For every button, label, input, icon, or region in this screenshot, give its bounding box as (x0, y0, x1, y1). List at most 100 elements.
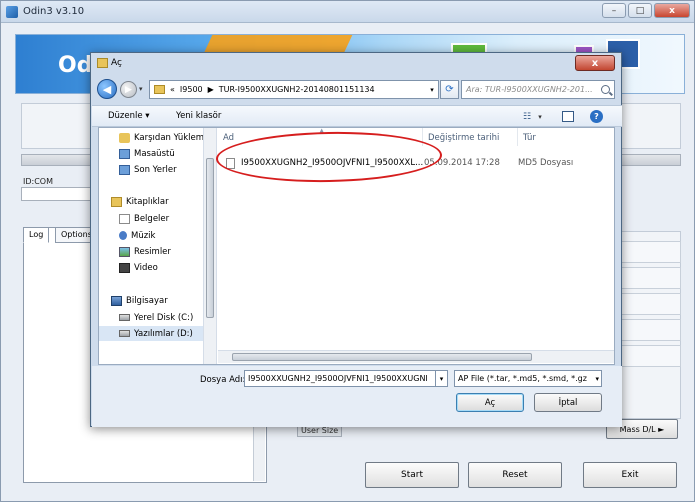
history-dropdown-icon[interactable]: ▾ (139, 85, 143, 93)
reset-button[interactable]: Reset (468, 462, 562, 488)
nav-item-drive-c[interactable]: Yerel Disk (C:) (119, 310, 193, 325)
file-slot (621, 241, 681, 263)
scroll-thumb[interactable] (232, 353, 532, 361)
close-button[interactable]: x (654, 3, 690, 18)
column-header-name[interactable]: Ad (218, 128, 423, 146)
navigation-pane: Karşıdan Yüklem Masaüstü Son Yerler Kita… (99, 128, 217, 364)
file-type: MD5 Dosyası (518, 158, 574, 168)
dialog-toolbar: Düzenle ▾ Yeni klasör ☷ ▾ ? (92, 105, 622, 127)
nav-item-label: Karşıdan Yüklem (134, 132, 205, 143)
file-list-hscrollbar[interactable] (218, 350, 614, 363)
nav-item-label: Son Yerler (134, 164, 177, 175)
filename-label: Dosya Adı: (200, 375, 246, 385)
file-slot (621, 345, 681, 367)
chevron-down-icon: ▾ (595, 375, 599, 383)
nav-item-label: Yazılımlar (D:) (134, 328, 193, 339)
desktop-icon (119, 148, 130, 159)
forward-arrow-icon[interactable]: ▶ (120, 81, 137, 98)
disk-icon (119, 330, 130, 337)
nav-item-music[interactable]: Müzik (119, 228, 155, 243)
preview-pane-icon[interactable] (562, 111, 574, 122)
cancel-button[interactable]: İptal (534, 393, 602, 412)
breadcrumb-prefix[interactable]: « (170, 85, 175, 94)
nav-item-label: Yerel Disk (C:) (134, 312, 194, 323)
video-icon (119, 262, 130, 273)
search-placeholder: Ara: TUR-I9500XXUGNH2-201... (466, 85, 593, 94)
downloads-icon (119, 132, 130, 143)
refresh-icon[interactable]: ⟳ (440, 80, 459, 99)
nav-scrollbar[interactable] (203, 128, 216, 364)
nav-item-libraries[interactable]: Kitaplıklar (111, 194, 169, 209)
file-type-select[interactable]: AP File (*.tar, *.md5, *.smd, *.gz ▾ (454, 370, 602, 387)
start-button[interactable]: Start (365, 462, 459, 488)
file-row[interactable]: I9500XXUGNH2_I9500OJVFNI1_I9500XXL... 05… (218, 156, 608, 170)
documents-icon (119, 213, 130, 224)
exit-button[interactable]: Exit (583, 462, 677, 488)
file-slot (621, 293, 681, 315)
new-folder-button[interactable]: Yeni klasör (176, 111, 221, 121)
odin-title: Odin3 v3.10 (23, 6, 85, 17)
file-slot (621, 319, 681, 341)
nav-item-recent[interactable]: Son Yerler (119, 162, 177, 177)
nav-item-desktop[interactable]: Masaüstü (119, 146, 175, 161)
file-type-value: AP File (*.tar, *.md5, *.smd, *.gz (458, 374, 587, 383)
dialog-title: Aç (111, 58, 122, 68)
nav-item-pictures[interactable]: Resimler (119, 244, 171, 259)
view-dropdown-icon[interactable]: ▾ (536, 109, 544, 125)
dialog-close-button[interactable]: x (575, 55, 615, 71)
nav-item-drive-d[interactable]: Yazılımlar (D:) (99, 326, 203, 341)
nav-item-label: Müzik (131, 230, 156, 241)
help-icon[interactable]: ? (590, 110, 603, 123)
view-options-icon[interactable]: ☷ (520, 109, 534, 125)
organize-button[interactable]: Düzenle ▾ (108, 111, 150, 121)
breadcrumb-segment-folder[interactable]: TUR-I9500XXUGNH2-20140801151134 (219, 85, 375, 94)
banner-logo: Od (58, 53, 93, 78)
maximize-button[interactable]: □ (628, 3, 652, 18)
tab-log[interactable]: Log (23, 227, 50, 243)
open-file-dialog: Aç x ◀ ▶ ▾ « I9500 ▶ TUR-I9500XXUGNH2-20… (90, 52, 622, 427)
filename-input[interactable]: I9500XXUGNH2_I9500OJVFNI1_I9500XXUGNI (244, 370, 436, 387)
nav-item-label: Resimler (134, 246, 171, 257)
dialog-footer: Dosya Adı: I9500XXUGNH2_I9500OJVFNI1_I95… (92, 366, 622, 427)
dialog-title-bar[interactable]: Aç x (91, 53, 621, 73)
column-header-type[interactable]: Tür (518, 128, 614, 146)
disk-icon (119, 314, 130, 321)
file-slot (621, 267, 681, 289)
nav-item-computer[interactable]: Bilgisayar (111, 293, 168, 308)
nav-item-documents[interactable]: Belgeler (119, 211, 169, 226)
search-input[interactable]: Ara: TUR-I9500XXUGNH2-201... (461, 80, 615, 99)
nav-item-downloads[interactable]: Karşıdan Yüklem (119, 130, 204, 145)
dialog-body: Karşıdan Yüklem Masaüstü Son Yerler Kita… (98, 127, 615, 365)
search-icon[interactable] (601, 85, 610, 94)
scroll-thumb[interactable] (206, 158, 214, 318)
navigation-row: ◀ ▶ ▾ « I9500 ▶ TUR-I9500XXUGNH2-2014080… (97, 77, 617, 103)
nav-item-label: Belgeler (134, 213, 170, 224)
folder-icon (97, 58, 108, 68)
id-com-label: ID:COM (23, 177, 53, 186)
odin-app-icon (6, 6, 18, 18)
breadcrumb[interactable]: « I9500 ▶ TUR-I9500XXUGNH2-2014080115113… (149, 80, 439, 99)
nav-item-label: Masaüstü (134, 148, 175, 159)
file-date: 05.09.2014 17:28 (424, 158, 500, 168)
libraries-icon (111, 196, 122, 207)
recent-places-icon (119, 164, 130, 175)
breadcrumb-segment-i9500[interactable]: I9500 (180, 85, 203, 94)
pictures-icon (119, 246, 130, 257)
open-button[interactable]: Aç (456, 393, 524, 412)
breadcrumb-separator-icon: ▶ (207, 85, 214, 94)
odin-title-bar[interactable]: Odin3 v3.10 – □ x (1, 1, 694, 23)
music-icon (119, 231, 127, 240)
nav-item-label: Bilgisayar (126, 295, 168, 306)
folder-icon (154, 85, 165, 94)
column-header-date[interactable]: Değiştirme tarihi (423, 128, 518, 146)
back-arrow-icon[interactable]: ◀ (97, 79, 117, 99)
breadcrumb-dropdown-icon[interactable]: ▾ (426, 80, 438, 99)
computer-icon (111, 295, 122, 306)
file-name: I9500XXUGNH2_I9500OJVFNI1_I9500XXL... (241, 158, 424, 168)
minimize-button[interactable]: – (602, 3, 626, 18)
nav-item-video[interactable]: Video (119, 260, 158, 275)
nav-item-label: Video (134, 262, 158, 273)
file-icon (226, 157, 235, 169)
filename-dropdown-icon[interactable]: ▾ (436, 370, 448, 387)
file-list: ▲ Ad Değiştirme tarihi Tür I9500XXUGNH2_… (218, 127, 614, 364)
